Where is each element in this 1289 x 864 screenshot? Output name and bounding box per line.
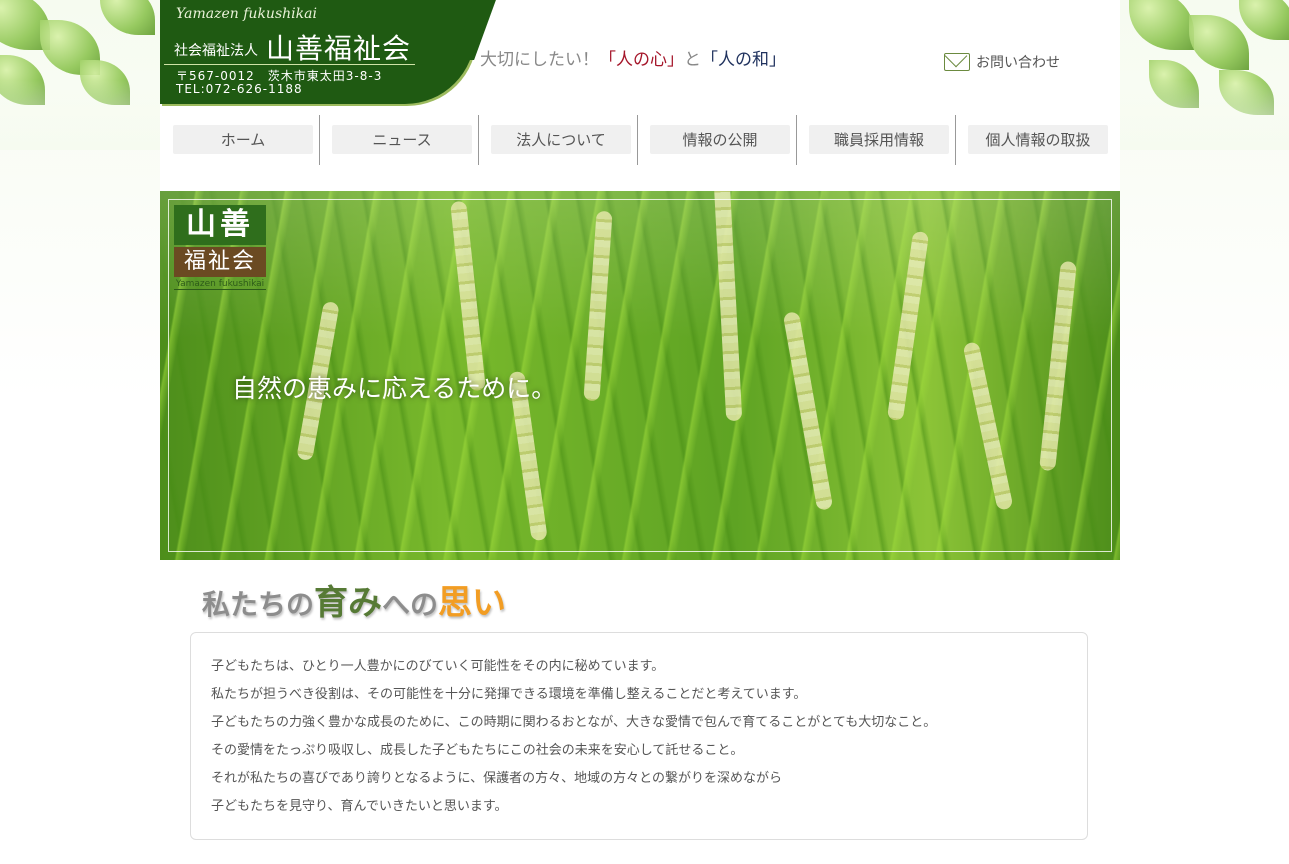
site-logo[interactable]: Yamazen fukushikai 社会福祉法人 山善福祉会 〒567-001…	[160, 0, 475, 104]
nav-item-recruit: 職員採用情報	[796, 115, 956, 165]
leaf-decoration-right	[1119, 0, 1289, 150]
contact-link[interactable]: お問い合わせ	[944, 52, 1060, 72]
tagline-prefix: 大切にしたい！	[480, 50, 599, 70]
philosophy-paragraph: それが私たちの喜びであり誇りとなるように、保護者の方々、地域の方々との繋がりを深…	[211, 771, 782, 786]
nav-disclosure-button[interactable]: 情報の公開	[650, 125, 790, 154]
section-title-nurture: 育み	[314, 583, 383, 623]
logo-roman-text: Yamazen fukushikai	[176, 6, 317, 22]
nav-about-button[interactable]: 法人について	[491, 125, 631, 154]
section-title-part: への	[382, 588, 439, 621]
hero-headline: 自然の恵みに応えるために。	[232, 374, 557, 403]
logo-corporation-type: 社会福祉法人	[174, 43, 258, 59]
philosophy-paragraph: 子どもたちを見守り、育んでいきたいと思います。	[211, 799, 508, 814]
page-container: Yamazen fukushikai 社会福祉法人 山善福祉会 〒567-001…	[160, 0, 1120, 864]
tagline-mid: と	[684, 50, 701, 70]
philosophy-paragraph: 私たちが担うべき役割は、その可能性を十分に発揮できる環境を準備し整えることだと考…	[211, 687, 807, 702]
logo-organization-name: 山善福祉会	[266, 32, 412, 65]
rice-grain-decoration	[782, 311, 834, 511]
rice-grain-decoration	[1039, 260, 1077, 472]
logo-phone: TEL:072-626-1188	[176, 82, 303, 96]
hero-logo-sub: Yamazen fukushikai	[174, 279, 266, 290]
rice-grain-decoration	[962, 341, 1014, 511]
nav-item-home: ホーム	[160, 115, 320, 165]
nav-privacy-button[interactable]: 個人情報の取扱	[968, 125, 1108, 154]
rice-grain-decoration	[886, 230, 930, 422]
nav-item-privacy: 個人情報の取扱	[955, 115, 1114, 165]
nav-item-news: ニュース	[319, 115, 479, 165]
philosophy-text-box: 子どもたちは、ひとり一人豊かにのびていく可能性をその内に秘めています。 私たちが…	[190, 632, 1088, 840]
rice-grain-decoration	[450, 200, 486, 392]
rice-grain-decoration	[713, 191, 743, 422]
nav-recruit-button[interactable]: 職員採用情報	[809, 125, 949, 154]
nav-news-button[interactable]: ニュース	[332, 125, 472, 154]
hero-logo-top: 山善	[174, 205, 266, 245]
hero-logo: 山善 福祉会 Yamazen fukushikai	[174, 205, 266, 290]
philosophy-paragraph: その愛情をたっぷり吸収し、成長した子どもたちにこの社会の未来を安心して託せること…	[211, 743, 744, 758]
hero-logo-bottom: 福祉会	[174, 247, 266, 277]
section-title: 私たちの育みへの思い	[202, 575, 506, 624]
nav-item-about: 法人について	[478, 115, 638, 165]
contact-label: お問い合わせ	[976, 55, 1060, 71]
philosophy-paragraph: 子どもたちの力強く豊かな成長のために、この時期に関わるおとなが、大きな愛情で包ん…	[211, 715, 937, 730]
main-nav: ホーム ニュース 法人について 情報の公開 職員採用情報 個人情報の取扱	[160, 115, 1120, 165]
mail-icon	[944, 53, 970, 71]
nav-home-button[interactable]: ホーム	[173, 125, 313, 154]
hero-banner: 山善 福祉会 Yamazen fukushikai 自然の恵みに応えるために。	[160, 191, 1120, 560]
logo-divider	[164, 64, 415, 65]
philosophy-paragraph: 子どもたちは、ひとり一人豊かにのびていく可能性をその内に秘めています。	[211, 659, 665, 674]
tagline-harmony: 「人の和」	[701, 50, 786, 70]
section-title-part: 私たちの	[202, 588, 315, 621]
rice-grain-decoration	[583, 210, 613, 402]
section-title-thought: 思い	[438, 583, 507, 623]
header-tagline: 大切にしたい！「人の心」と「人の和」	[480, 45, 786, 70]
nav-item-disclosure: 情報の公開	[637, 115, 797, 165]
tagline-heart: 「人の心」	[599, 50, 684, 70]
leaf-decoration-left	[0, 0, 170, 150]
